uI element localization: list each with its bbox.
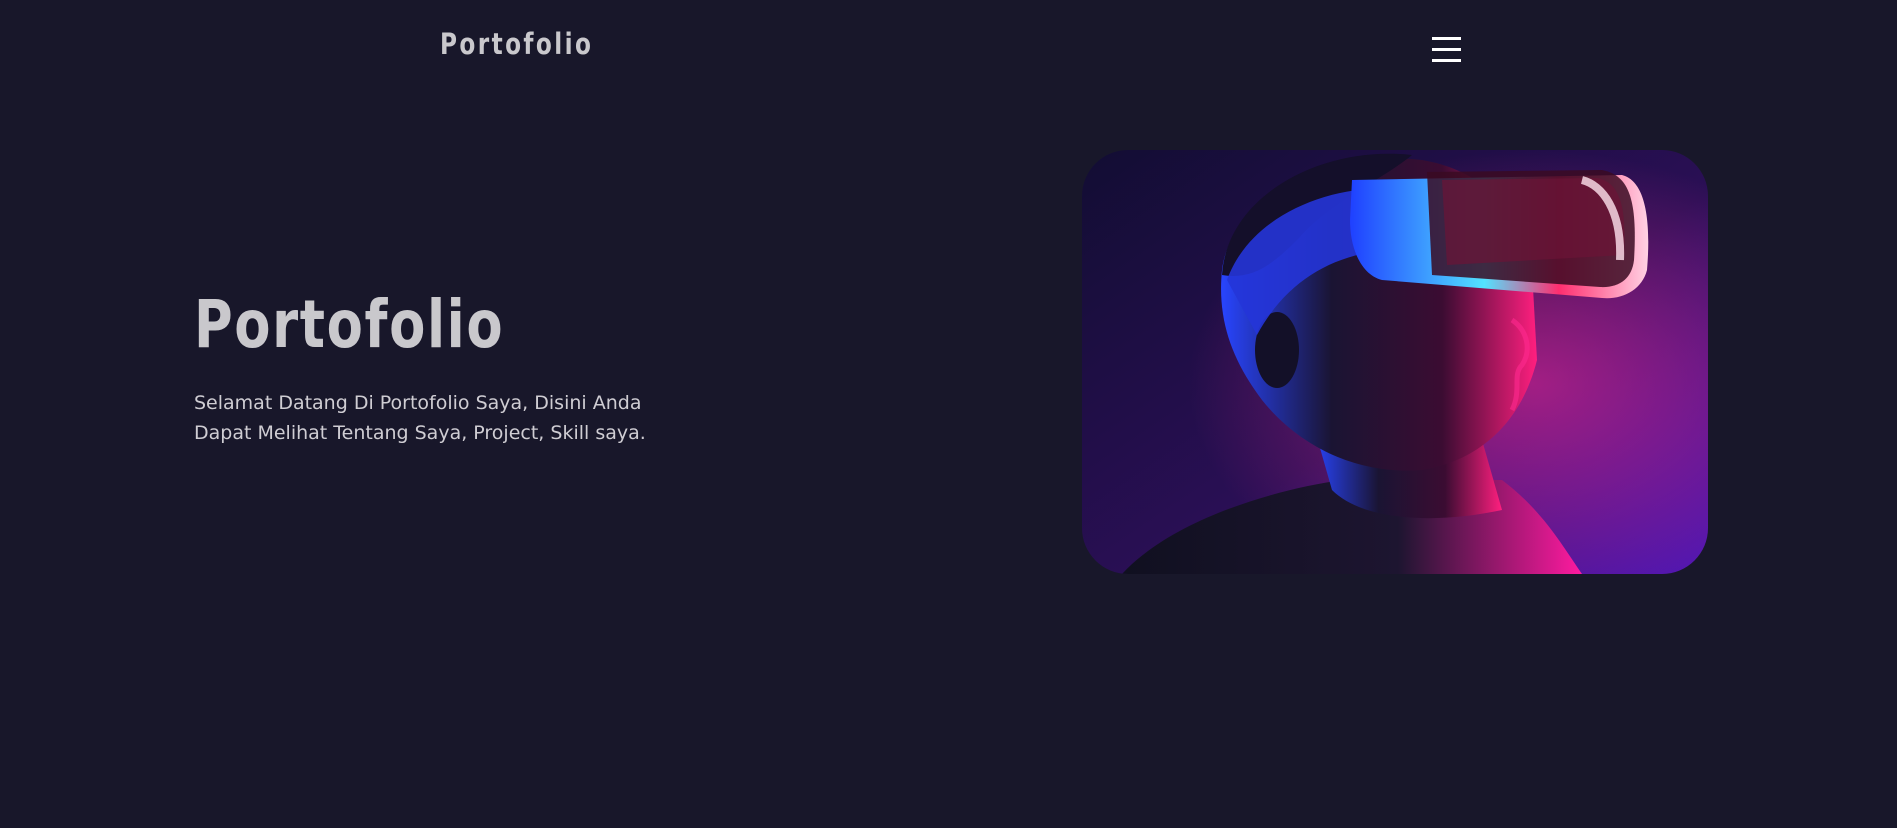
hero-image — [1082, 150, 1708, 574]
hamburger-menu-icon[interactable] — [1428, 35, 1464, 65]
menu-line-middle — [1432, 48, 1461, 51]
hero-title: Portofolio — [194, 286, 505, 363]
brand-logo-text[interactable]: Portofolio — [440, 30, 593, 59]
menu-line-bottom — [1432, 59, 1461, 62]
page: Portofolio Portofolio Selamat Datang Di … — [0, 0, 1897, 828]
vr-headset-portrait-image — [1082, 150, 1708, 574]
hero-description: Selamat Datang Di Portofolio Saya, Disin… — [194, 392, 646, 444]
menu-line-top — [1432, 37, 1461, 40]
